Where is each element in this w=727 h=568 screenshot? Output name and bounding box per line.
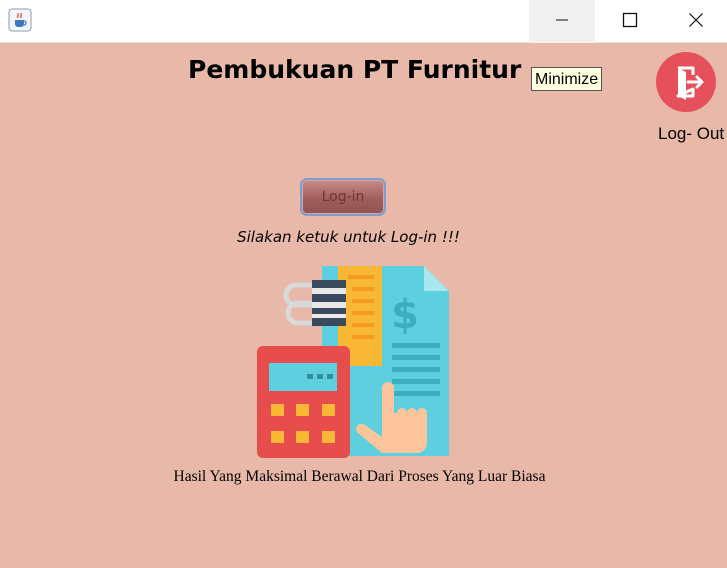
accounting-calculator-invoice-icon: $ — [252, 263, 452, 458]
logout-button[interactable] — [655, 51, 717, 113]
login-hint: Silakan ketuk untuk Log-in !!! — [237, 228, 460, 246]
close-icon — [688, 12, 704, 32]
logout-label: Log- Out — [658, 124, 725, 143]
main-panel: Pembukuan PT Furnitur Minimize Log- Out … — [0, 43, 727, 568]
minimize-tooltip: Minimize — [531, 67, 603, 91]
page-title: Pembukuan PT Furnitur — [188, 55, 522, 84]
java-cup-icon — [8, 8, 32, 32]
maximize-button[interactable] — [597, 0, 663, 43]
close-button[interactable] — [665, 0, 727, 43]
login-button[interactable]: Log-in — [300, 178, 386, 216]
tagline: Hasil Yang Maksimal Berawal Dari Proses … — [173, 468, 546, 485]
minimize-icon — [554, 12, 570, 32]
maximize-icon — [622, 12, 638, 32]
minimize-button[interactable] — [529, 0, 595, 43]
svg-text:$: $ — [391, 292, 419, 338]
logout-door-icon — [655, 52, 717, 117]
window-titlebar — [0, 0, 727, 43]
